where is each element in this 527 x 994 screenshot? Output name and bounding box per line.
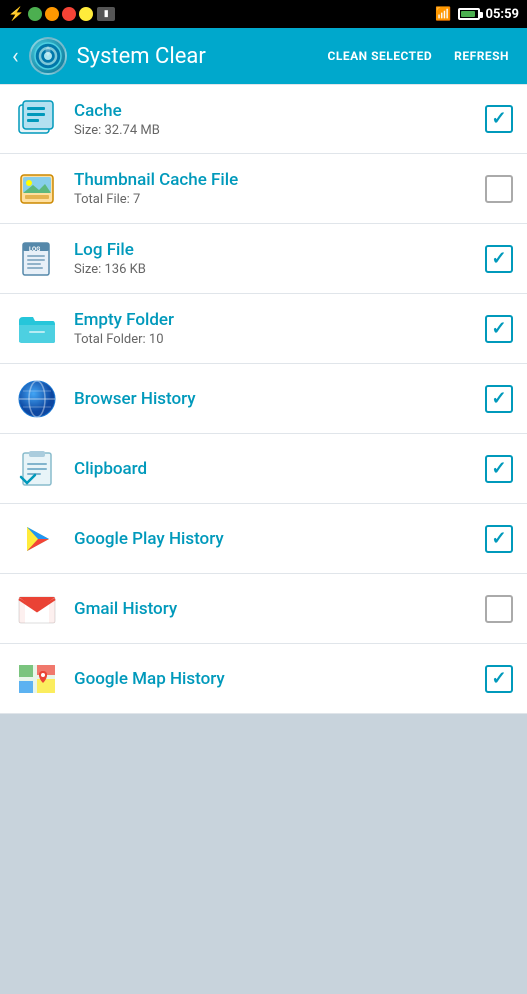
checkmark-icon: ✓ [491,390,506,408]
list-item-cache: Cache Size: 32.74 MB ✓ [0,84,527,154]
clipboard-text: Clipboard [74,459,471,479]
google-map-history-text: Google Map History [74,669,471,689]
list-item-clipboard: Clipboard ✓ [0,434,527,504]
dot-yellow-icon [79,7,93,21]
refresh-button[interactable]: REFRESH [448,45,515,67]
cache-icon [14,96,60,142]
google-play-history-icon [14,516,60,562]
status-bar-right: 📶 05:59 [435,7,519,22]
checkmark-icon: ✓ [491,460,506,478]
checkmark-icon: ✓ [491,250,506,268]
gmail-history-checkbox[interactable] [485,595,513,623]
google-play-history-text: Google Play History [74,529,471,549]
list-item-google-play-history: Google Play History ✓ [0,504,527,574]
browser-history-text: Browser History [74,389,471,409]
empty-folder-text: Empty Folder Total Folder: 10 [74,310,471,347]
thumbnail-cache-checkbox[interactable] [485,175,513,203]
wifi-icon: 📶 [435,7,451,22]
list-container: Cache Size: 32.74 MB ✓ Thumbnail Cache Fil… [0,84,527,714]
checkmark-icon: ✓ [491,320,506,338]
logo-svg [33,41,63,71]
cache-checkbox[interactable]: ✓ [485,105,513,133]
log-file-subtitle: Size: 136 KB [74,262,471,277]
status-bar: ⚡ ▮ 📶 05:59 [0,0,527,28]
dot-green-icon [28,7,42,21]
log-file-text: Log File Size: 136 KB [74,240,471,277]
checkmark-icon: ✓ [491,670,506,688]
back-button[interactable]: ‹ [12,44,19,69]
clipboard-checkbox[interactable]: ✓ [485,455,513,483]
browser-history-title: Browser History [74,389,471,409]
google-map-history-title: Google Map History [74,669,471,689]
browser-history-checkbox[interactable]: ✓ [485,385,513,413]
log-file-checkbox[interactable]: ✓ [485,245,513,273]
cache-subtitle: Size: 32.74 MB [74,123,471,138]
storage-icon: ▮ [97,7,115,21]
svg-text:LOG: LOG [29,246,40,253]
clean-selected-button[interactable]: CLEAN SELECTED [322,45,439,67]
browser-history-icon [14,376,60,422]
usb-icon: ⚡ [8,7,24,22]
list-item-log-file: LOG Log File Size: 136 KB ✓ [0,224,527,294]
log-file-icon: LOG [14,236,60,282]
list-item-browser-history: Browser History ✓ [0,364,527,434]
empty-folder-icon [14,306,60,352]
dot-red-icon [62,7,76,21]
gmail-history-title: Gmail History [74,599,471,619]
thumbnail-cache-title: Thumbnail Cache File [74,170,471,190]
checkmark-icon: ✓ [491,110,506,128]
thumbnail-cache-subtitle: Total File: 7 [74,192,471,207]
cache-title: Cache [74,101,471,121]
app-title: System Clear [77,44,312,69]
dot-orange-icon [45,7,59,21]
empty-folder-title: Empty Folder [74,310,471,330]
app-logo [29,37,67,75]
empty-folder-subtitle: Total Folder: 10 [74,332,471,347]
thumbnail-cache-text: Thumbnail Cache File Total File: 7 [74,170,471,207]
checkmark-icon: ✓ [491,530,506,548]
list-item-empty-folder: Empty Folder Total Folder: 10 ✓ [0,294,527,364]
gmail-history-icon [14,586,60,632]
empty-area [0,714,527,994]
cache-text: Cache Size: 32.74 MB [74,101,471,138]
status-bar-left: ⚡ ▮ [8,7,115,22]
app-header: ‹ System Clear CLEAN SELECTED REFRESH [0,28,527,84]
log-file-title: Log File [74,240,471,260]
google-map-history-icon [14,656,60,702]
list-item-google-map-history: Google Map History ✓ [0,644,527,714]
google-map-history-checkbox[interactable]: ✓ [485,665,513,693]
clipboard-title: Clipboard [74,459,471,479]
empty-folder-checkbox[interactable]: ✓ [485,315,513,343]
clipboard-icon [14,446,60,492]
status-time: 05:59 [486,7,520,22]
notification-icons [28,7,93,21]
gmail-history-text: Gmail History [74,599,471,619]
list-item-gmail-history: Gmail History [0,574,527,644]
thumbnail-cache-icon [14,166,60,212]
list-item-thumbnail-cache: Thumbnail Cache File Total File: 7 [0,154,527,224]
google-play-history-title: Google Play History [74,529,471,549]
google-play-history-checkbox[interactable]: ✓ [485,525,513,553]
battery-icon [458,8,480,20]
